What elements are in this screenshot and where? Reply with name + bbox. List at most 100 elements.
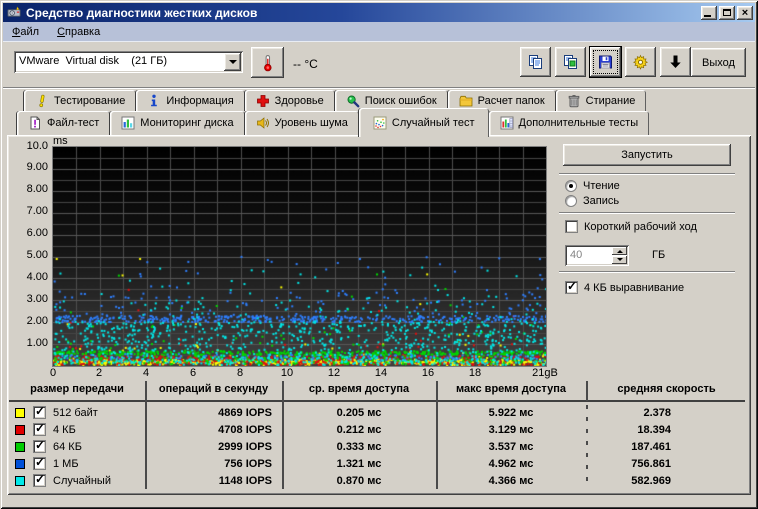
options-button[interactable]	[625, 47, 656, 77]
tab-label: Стирание	[586, 95, 636, 107]
tab-label: Тестирование	[54, 95, 125, 107]
tab-additional-tests[interactable]: Дополнительные тесты	[489, 111, 650, 135]
app-window: Средство диагностики жестких дисков × Фа…	[0, 0, 758, 509]
menu-file[interactable]: Файл	[3, 24, 48, 40]
chart-table-icon	[500, 116, 514, 130]
x-tick-label: 14	[361, 367, 401, 379]
max-time-value: 3.537 мс	[436, 441, 586, 453]
maximize-icon	[723, 9, 731, 16]
tab-random-test[interactable]: Случайный тест	[359, 108, 489, 137]
tab-disk-monitor[interactable]: Мониторинг диска	[110, 111, 244, 135]
tab-health[interactable]: Здоровье	[245, 90, 335, 111]
radio-write-control[interactable]	[565, 195, 577, 207]
lamp-exclamation-icon	[35, 94, 49, 108]
check-icon: ✓	[35, 473, 45, 486]
series-color-swatch	[15, 442, 25, 452]
tab-label: Информация	[166, 95, 233, 107]
spin-down-icon	[617, 258, 623, 264]
x-tick-label: 4	[126, 367, 166, 379]
radio-read-label: Чтение	[583, 180, 620, 192]
y-tick-label: 7.00	[7, 205, 48, 218]
red-cross-icon	[256, 94, 270, 108]
tab-strip: Тестирование Информация Здоровье Поиск о…	[3, 88, 755, 135]
tab-noise-level[interactable]: Уровень шума	[245, 111, 359, 135]
table-row: ✓ Случайный 1148 IOPS 0.870 мс 4.366 мс …	[9, 473, 747, 490]
temperature-button[interactable]	[251, 47, 284, 78]
file-exclamation-icon	[28, 116, 42, 130]
avg-speed-value: 756.861	[586, 458, 671, 470]
check-icon: ✓	[35, 439, 45, 452]
save-report-button[interactable]	[590, 47, 621, 77]
speaker-icon	[256, 116, 270, 130]
save-block-button[interactable]	[660, 47, 691, 77]
avg-speed-value: 2.378	[586, 407, 671, 419]
x-tick-label: 0	[33, 367, 73, 379]
radio-write[interactable]: Запись	[565, 195, 619, 207]
access-time-scatter-plot	[52, 146, 547, 367]
col-header-avg-time: ср. время доступа	[282, 383, 436, 395]
tab-information[interactable]: Информация	[136, 90, 244, 111]
x-tick-label: 18	[455, 367, 495, 379]
avg-speed-value: 187.461	[586, 441, 671, 453]
avg-time-value: 0.212 мс	[282, 424, 436, 436]
table-row: ✓ 64 КБ 2999 IOPS 0.333 мс 3.537 мс 187.…	[9, 439, 747, 456]
tab-file-test[interactable]: Файл-тест	[17, 111, 110, 135]
folder-icon	[459, 94, 473, 108]
start-button-label: Запустить	[621, 149, 673, 161]
random-test-panel: ms 10.0 9.00 8.00 7.00 6.00 5.00 4.00 3.…	[7, 135, 751, 495]
iops-value: 756 IOPS	[145, 458, 272, 470]
start-button[interactable]: Запустить	[563, 144, 731, 166]
check-icon: ✓	[567, 280, 577, 293]
tab-label: Поиск ошибок	[365, 95, 437, 107]
spin-up-button[interactable]	[612, 247, 627, 255]
short-stroke-size-value: 40	[570, 249, 582, 261]
align-option[interactable]: ✓ 4 КБ выравнивание	[565, 281, 684, 294]
exit-button[interactable]: Выход	[691, 48, 746, 77]
col-header-iops: операций в секунду	[145, 383, 282, 395]
short-stroke-option[interactable]: ✓ Короткий рабочий ход	[565, 220, 697, 233]
copy-report-button[interactable]	[520, 47, 551, 77]
separator	[559, 173, 735, 175]
close-button[interactable]: ×	[737, 6, 753, 20]
radio-read-control[interactable]	[565, 180, 577, 192]
magnifier-icon	[346, 94, 360, 108]
copy-image-button[interactable]	[555, 47, 586, 77]
bar-chart-icon	[121, 116, 135, 130]
series-label: 64 КБ	[53, 441, 82, 453]
minimize-button[interactable]	[701, 6, 717, 20]
separator	[559, 212, 735, 214]
tab-erase[interactable]: Стирание	[556, 90, 647, 111]
check-icon: ✓	[35, 422, 45, 435]
menu-bar: Файл Справка	[3, 22, 755, 42]
short-stroke-checkbox[interactable]: ✓	[565, 220, 578, 233]
window-title: Средство диагностики жестких дисков	[26, 6, 699, 20]
short-stroke-size-input[interactable]: 40	[565, 245, 629, 266]
series-color-swatch	[15, 476, 25, 486]
max-time-value: 4.962 мс	[436, 458, 586, 470]
tab-testing[interactable]: Тестирование	[24, 90, 136, 111]
spin-down-button[interactable]	[612, 256, 627, 264]
menu-help[interactable]: Справка	[48, 24, 109, 40]
disk-select-dropdown[interactable]: VMware Virtual disk (21 ГБ)	[14, 51, 243, 73]
avg-time-value: 1.321 мс	[282, 458, 436, 470]
radio-read[interactable]: Чтение	[565, 180, 620, 192]
table-row: ✓ 512 байт 4869 IOPS 0.205 мс 5.922 мс 2…	[9, 405, 747, 422]
x-tick-label: 16	[408, 367, 448, 379]
iops-value: 4708 IOPS	[145, 424, 272, 436]
series-checkbox[interactable]: ✓	[33, 423, 46, 436]
series-checkbox[interactable]: ✓	[33, 474, 46, 487]
x-tick-label: 6	[173, 367, 213, 379]
separator	[559, 271, 735, 273]
tab-label: Уровень шума	[275, 117, 348, 129]
align-checkbox[interactable]: ✓	[565, 281, 578, 294]
exit-button-label: Выход	[702, 57, 735, 69]
dropdown-arrow-button[interactable]	[224, 53, 241, 71]
minimize-icon	[704, 15, 711, 17]
series-checkbox[interactable]: ✓	[33, 440, 46, 453]
scatter-dots-icon	[373, 116, 387, 130]
series-checkbox[interactable]: ✓	[33, 457, 46, 470]
series-checkbox[interactable]: ✓	[33, 406, 46, 419]
spin-up-icon	[617, 247, 623, 253]
maximize-button[interactable]	[719, 6, 735, 20]
y-tick-label: 5.00	[7, 249, 48, 262]
